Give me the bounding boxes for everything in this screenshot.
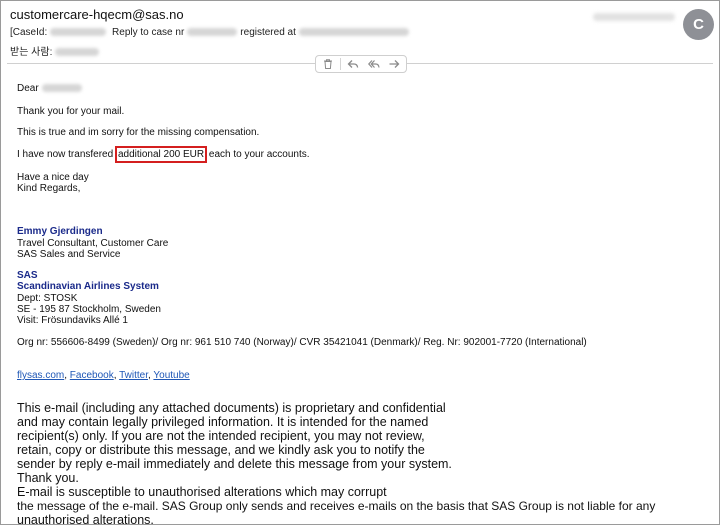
trash-icon[interactable] bbox=[320, 57, 336, 71]
confidentiality-disclaimer: This e-mail (including any attached docu… bbox=[17, 401, 655, 527]
message-line: Thank you for your mail. bbox=[17, 106, 125, 117]
dept-line: Dept: STOSK bbox=[17, 293, 78, 304]
disclaimer-line: This e-mail (including any attached docu… bbox=[17, 401, 446, 415]
toolbar-separator bbox=[340, 58, 342, 70]
social-links: flysas.com, Facebook, Twitter, Youtube bbox=[17, 370, 190, 381]
link-flysas[interactable]: flysas.com bbox=[17, 370, 64, 381]
disclaimer-line: retain, copy or distribute this message,… bbox=[17, 443, 425, 457]
recipient-label: 받는 사람: bbox=[10, 47, 53, 58]
recipient-line: 받는 사람: bbox=[10, 43, 102, 58]
redacted-registered-date bbox=[298, 28, 409, 37]
redacted-case-id bbox=[50, 28, 107, 37]
signature-name: Emmy Gjerdingen bbox=[17, 226, 103, 237]
disclaimer-line: Thank you. bbox=[17, 471, 79, 485]
case-registered-text: registered at bbox=[240, 27, 296, 38]
redacted-recipient bbox=[55, 48, 100, 57]
disclaimer-line: recipient(s) only. If you are not the in… bbox=[17, 429, 425, 443]
signature-title: Travel Consultant, Customer Care bbox=[17, 238, 169, 249]
case-reply-text: Reply to case nr bbox=[112, 27, 185, 38]
signature-department: SAS Sales and Service bbox=[17, 249, 121, 260]
message-toolbar bbox=[315, 55, 407, 73]
message-line: I have now transfered additional 200 EUR… bbox=[17, 146, 310, 163]
org-numbers: Org nr: 556606-8499 (Sweden)/ Org nr: 96… bbox=[17, 337, 587, 348]
visit-line: Visit: Frösundaviks Allé 1 bbox=[17, 315, 128, 326]
case-id-prefix: [CaseId: bbox=[10, 27, 48, 38]
message-line: This is true and im sorry for the missin… bbox=[17, 127, 260, 138]
sender-avatar[interactable]: C bbox=[683, 9, 714, 40]
reply-all-icon[interactable] bbox=[366, 57, 382, 71]
disclaimer-line: the message of the e-mail. SAS Group onl… bbox=[17, 499, 656, 513]
link-twitter[interactable]: Twitter bbox=[119, 370, 148, 381]
salutation-text: Dear bbox=[17, 83, 39, 94]
highlighted-amount: additional 200 EUR bbox=[114, 146, 208, 163]
redacted-date bbox=[593, 13, 675, 21]
redacted-recipient-name bbox=[41, 84, 82, 93]
forward-icon[interactable] bbox=[386, 57, 402, 71]
subject-line: [CaseId: Reply to case nr registered at bbox=[10, 27, 412, 38]
link-youtube[interactable]: Youtube bbox=[153, 370, 189, 381]
disclaimer-line: E-mail is susceptible to unauthorised al… bbox=[17, 485, 387, 499]
transfer-text-after: each to your accounts. bbox=[206, 149, 310, 160]
company-short: SAS bbox=[17, 270, 38, 281]
company-full: Scandinavian Airlines System bbox=[17, 281, 159, 292]
mail-header: customercare-hqecm@sas.no [CaseId: Reply… bbox=[1, 1, 719, 59]
link-facebook[interactable]: Facebook bbox=[70, 370, 114, 381]
sender-address[interactable]: customercare-hqecm@sas.no bbox=[10, 7, 184, 22]
disclaimer-line: and may contain legally privileged infor… bbox=[17, 415, 429, 429]
salutation: Dear bbox=[17, 83, 85, 94]
reply-icon[interactable] bbox=[345, 57, 361, 71]
closing-line: Kind Regards, bbox=[17, 183, 81, 194]
address-line: SE - 195 87 Stockholm, Sweden bbox=[17, 304, 161, 315]
disclaimer-line: sender by reply e-mail immediately and d… bbox=[17, 457, 452, 471]
closing-line: Have a nice day bbox=[17, 172, 89, 183]
redacted-case-number bbox=[187, 28, 238, 37]
transfer-text-before: I have now transfered bbox=[17, 149, 116, 160]
